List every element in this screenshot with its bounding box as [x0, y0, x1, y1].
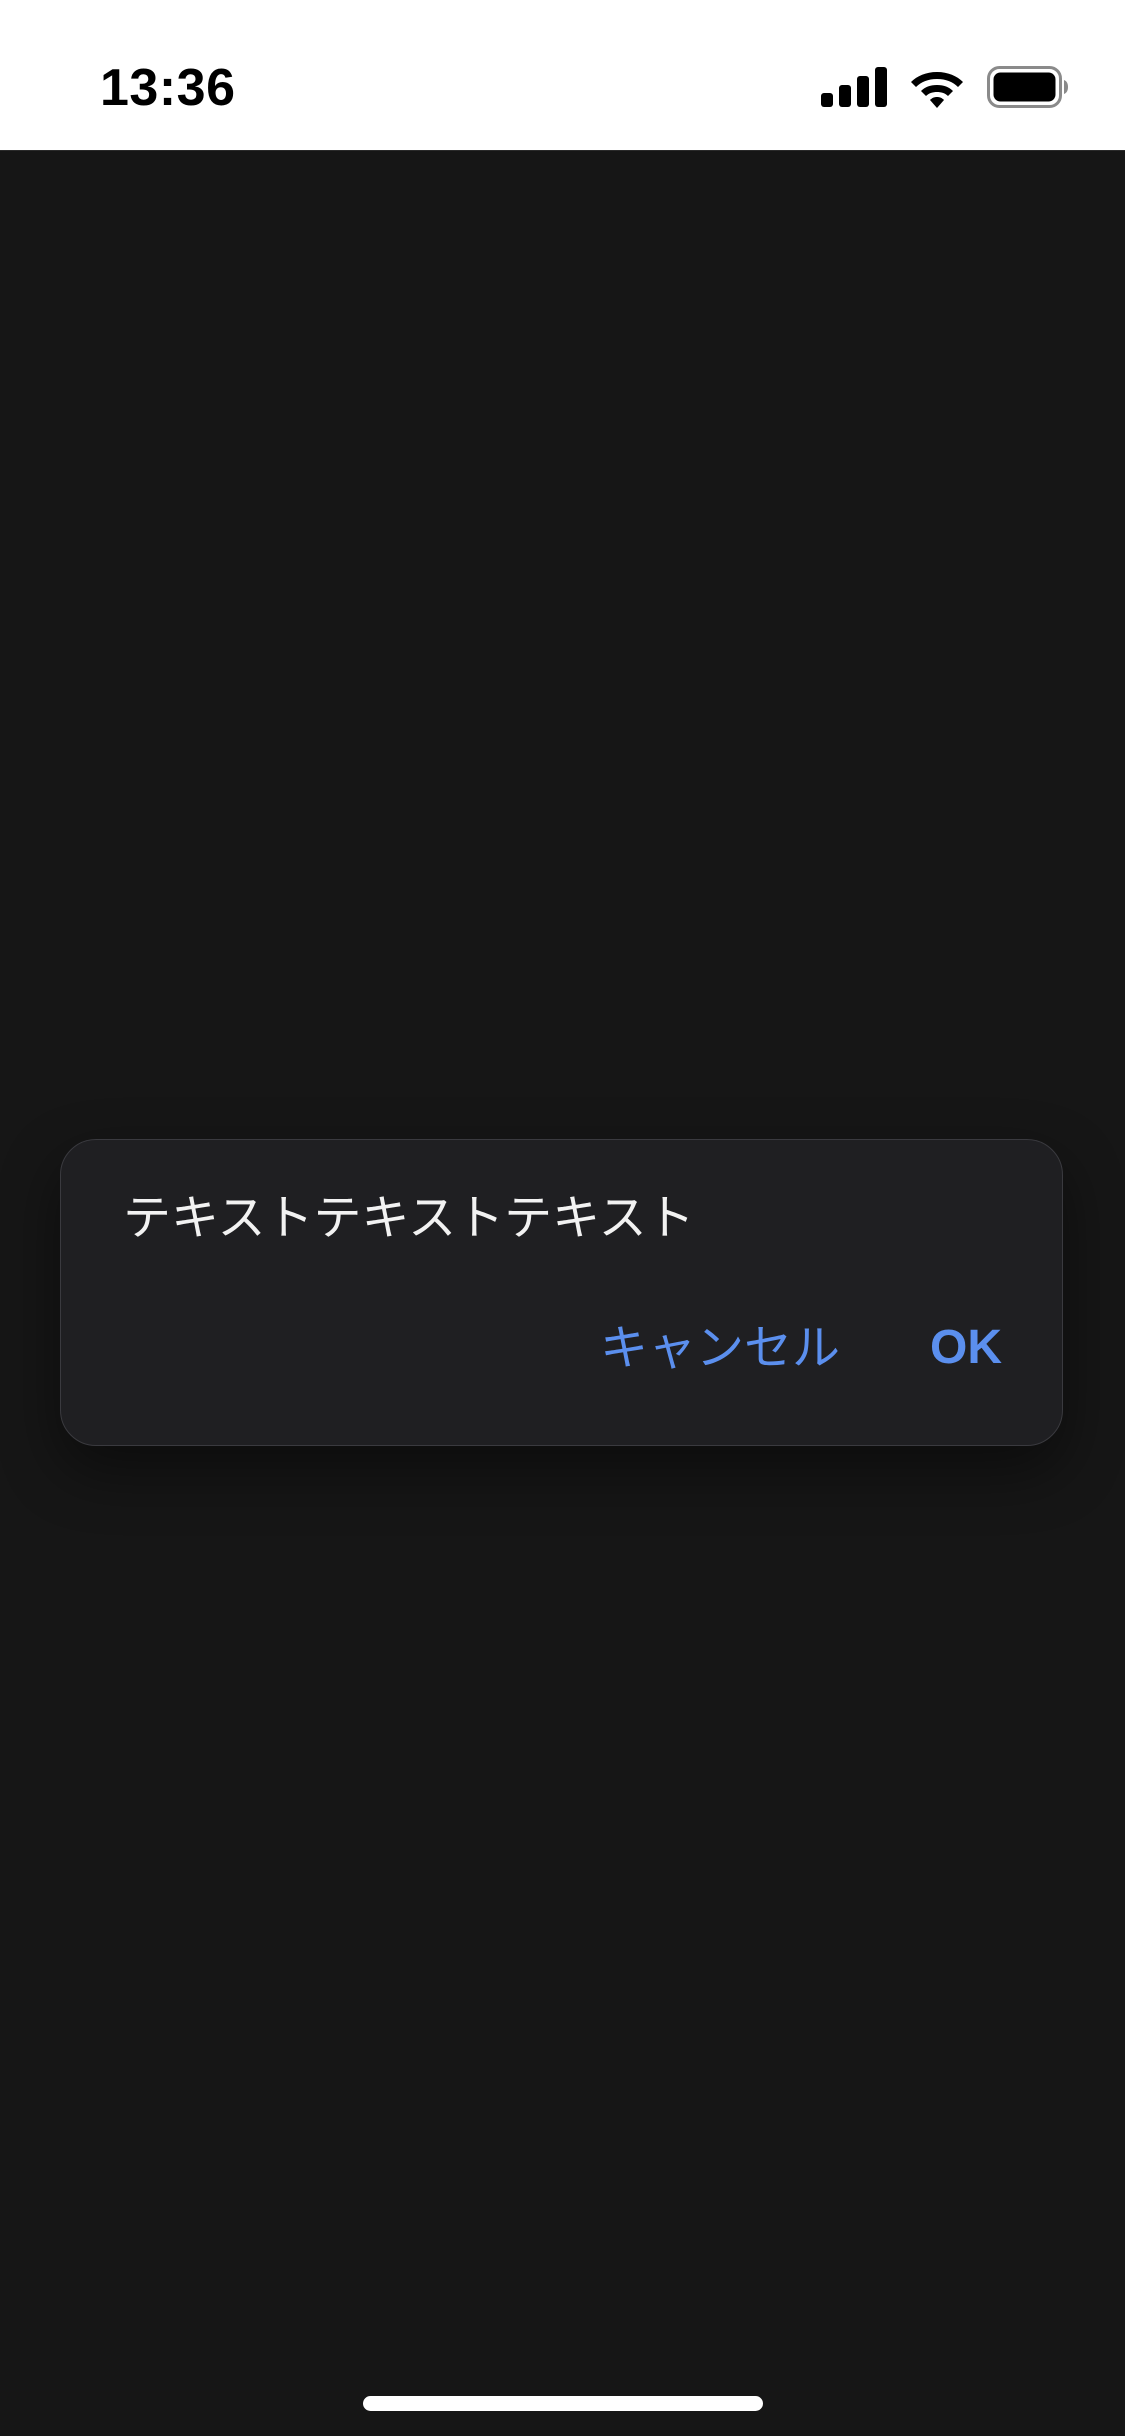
dialog-actions: キャンセル OK — [600, 1318, 1002, 1378]
cancel-button[interactable]: キャンセル — [600, 1318, 840, 1378]
ok-button[interactable]: OK — [930, 1318, 1002, 1378]
alert-dialog: テキストテキストテキスト キャンセル OK — [60, 1139, 1063, 1446]
status-icons — [821, 60, 1069, 118]
battery-icon — [987, 66, 1069, 112]
home-indicator[interactable] — [363, 2396, 763, 2411]
status-bar: 13:36 — [0, 0, 1125, 151]
status-time: 13:36 — [100, 59, 236, 117]
wifi-icon — [909, 66, 965, 112]
dialog-message: テキストテキストテキスト — [123, 1190, 695, 1246]
signal-icon — [821, 67, 887, 111]
